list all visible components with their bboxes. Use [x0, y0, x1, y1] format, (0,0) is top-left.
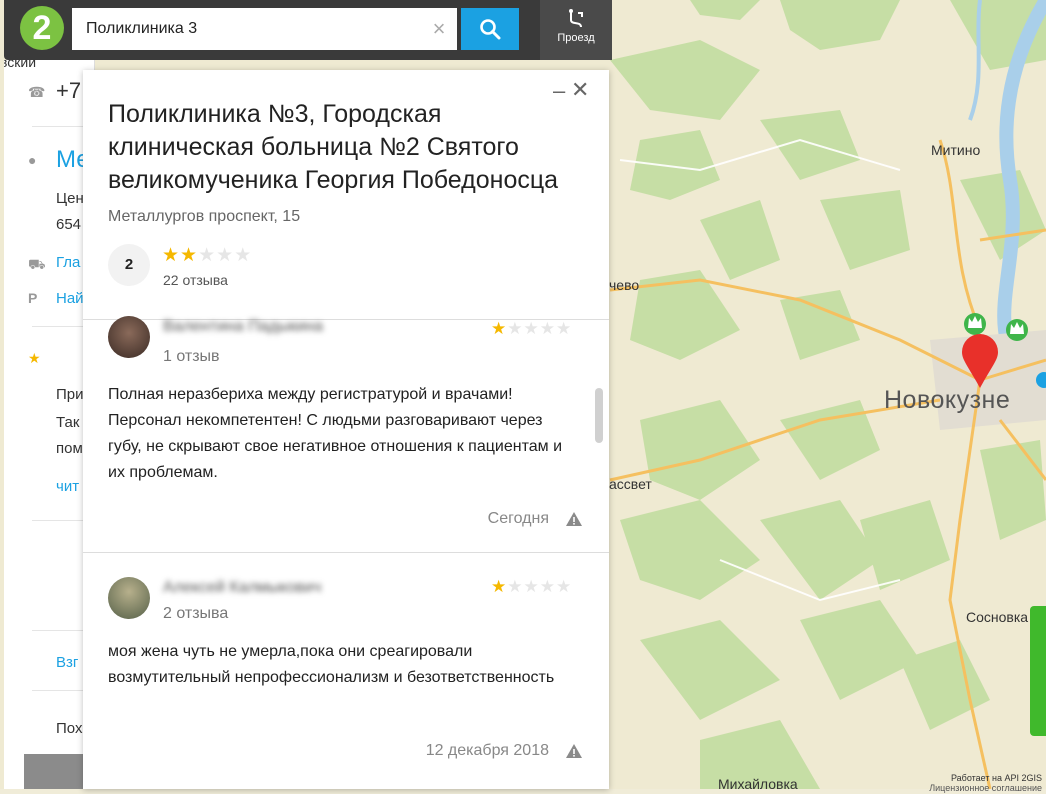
review-author-count: 1 отзыв — [163, 348, 220, 365]
star-empty-icon: ★ — [523, 577, 540, 596]
review-stars: ★★★★★ — [491, 319, 572, 339]
partial-text: вский — [4, 60, 37, 70]
review-item: Валентина Падыкина 1 отзыв ★★★★★ Полная … — [83, 316, 609, 552]
read-more-link[interactable]: чит — [56, 478, 79, 495]
star-empty-icon: ★ — [523, 319, 540, 338]
star-filled-icon: ★ — [491, 319, 508, 338]
review-text: Так — [56, 414, 80, 431]
api-credit[interactable]: Работает на API 2GIS — [951, 773, 1042, 783]
crown-marker-icon[interactable] — [964, 313, 986, 335]
phone-icon: ☎ — [28, 84, 46, 100]
transport-link[interactable]: Гла — [56, 254, 80, 271]
close-button[interactable]: ✕ — [571, 79, 589, 101]
review-text: Полная неразбериха между регистратурой и… — [108, 386, 563, 481]
star-empty-icon: ★ — [556, 319, 573, 338]
avatar[interactable] — [108, 316, 150, 358]
license-link[interactable]: Лицензионное соглашение — [929, 783, 1042, 793]
map-pin-icon: ● — [28, 152, 37, 168]
search-button[interactable] — [461, 8, 519, 50]
report-warning-icon[interactable] — [565, 743, 583, 759]
review-item: Алексей Калмыкович 2 отзыва ★★★★★ моя же… — [83, 553, 609, 789]
reviews-count[interactable]: 22 отзыва — [163, 272, 228, 288]
map-place-label: чево — [609, 277, 640, 293]
review-text: моя жена чуть не умерла,пока они среагир… — [108, 643, 555, 686]
review-text: пом — [56, 440, 83, 457]
search-input[interactable] — [72, 8, 457, 50]
review-date: Сегодня — [487, 510, 549, 527]
organization-title: Поликлиника №3, Городская клиническая бо… — [108, 100, 559, 194]
reply-link[interactable]: Взг — [56, 654, 78, 671]
clear-search-icon[interactable]: × — [424, 8, 454, 50]
star-empty-icon: ★ — [216, 245, 235, 266]
popup-header: – ✕ Поликлиника №3, Городская клиническа… — [83, 70, 609, 320]
route-icon — [569, 9, 583, 28]
star-empty-icon: ★ — [234, 245, 253, 266]
review-author-count: 2 отзыва — [163, 605, 229, 622]
star-empty-icon: ★ — [507, 319, 524, 338]
star-empty-icon: ★ — [556, 577, 573, 596]
bus-icon: ⛟ — [28, 256, 46, 272]
review-author[interactable]: Алексей Калмыкович — [163, 579, 321, 597]
side-panel-button[interactable] — [1030, 606, 1046, 736]
star-filled-icon: ★ — [180, 245, 199, 266]
map-place-label: Сосновка — [966, 609, 1029, 625]
parking-link[interactable]: Най — [56, 290, 84, 307]
similar-label: Пох — [56, 720, 83, 737]
rating-badge: 2 — [108, 244, 150, 286]
star-filled-icon: ★ — [491, 577, 508, 596]
star-empty-icon: ★ — [507, 577, 524, 596]
review-stars: ★★★★★ — [491, 577, 572, 597]
avatar[interactable] — [108, 577, 150, 619]
route-label: Проезд — [557, 32, 595, 44]
star-empty-icon: ★ — [198, 245, 217, 266]
star-icon: ★ — [28, 350, 41, 366]
report-warning-icon[interactable] — [565, 511, 583, 527]
search-icon — [480, 19, 501, 40]
review-date: 12 декабря 2018 — [425, 742, 549, 759]
review-text: При — [56, 386, 84, 403]
scrollbar[interactable] — [595, 388, 603, 443]
parking-icon: P — [28, 290, 38, 306]
left-panel: вский ☎ +7 ● Ме Цен 654 ⛟ Гла P Най ★ Пр… — [4, 60, 95, 789]
map-place-label: Митино — [931, 142, 981, 158]
map-place-label: Михайловка — [718, 776, 798, 792]
star-filled-icon: ★ — [162, 245, 181, 266]
organization-popup: – ✕ Поликлиника №3, Городская клиническа… — [83, 70, 609, 789]
top-search-bar: 2 × Проезд — [4, 0, 612, 60]
star-empty-icon: ★ — [539, 577, 556, 596]
address-line: 654 — [56, 216, 82, 233]
review-author[interactable]: Валентина Падыкина — [163, 318, 323, 336]
rating-stars: ★★★★★ — [162, 244, 252, 267]
route-button[interactable]: Проезд — [540, 0, 612, 60]
map-place-label: ассвет — [609, 476, 652, 492]
star-empty-icon: ★ — [539, 319, 556, 338]
address-line: Цен — [56, 190, 84, 207]
map-city-label: Новокузне — [884, 386, 1011, 414]
organization-address: Металлургов проспект, 15 — [108, 208, 301, 225]
crown-marker-icon[interactable] — [1006, 319, 1028, 341]
phone-number[interactable]: +7 — [56, 78, 81, 104]
2gis-logo[interactable]: 2 — [20, 6, 64, 50]
